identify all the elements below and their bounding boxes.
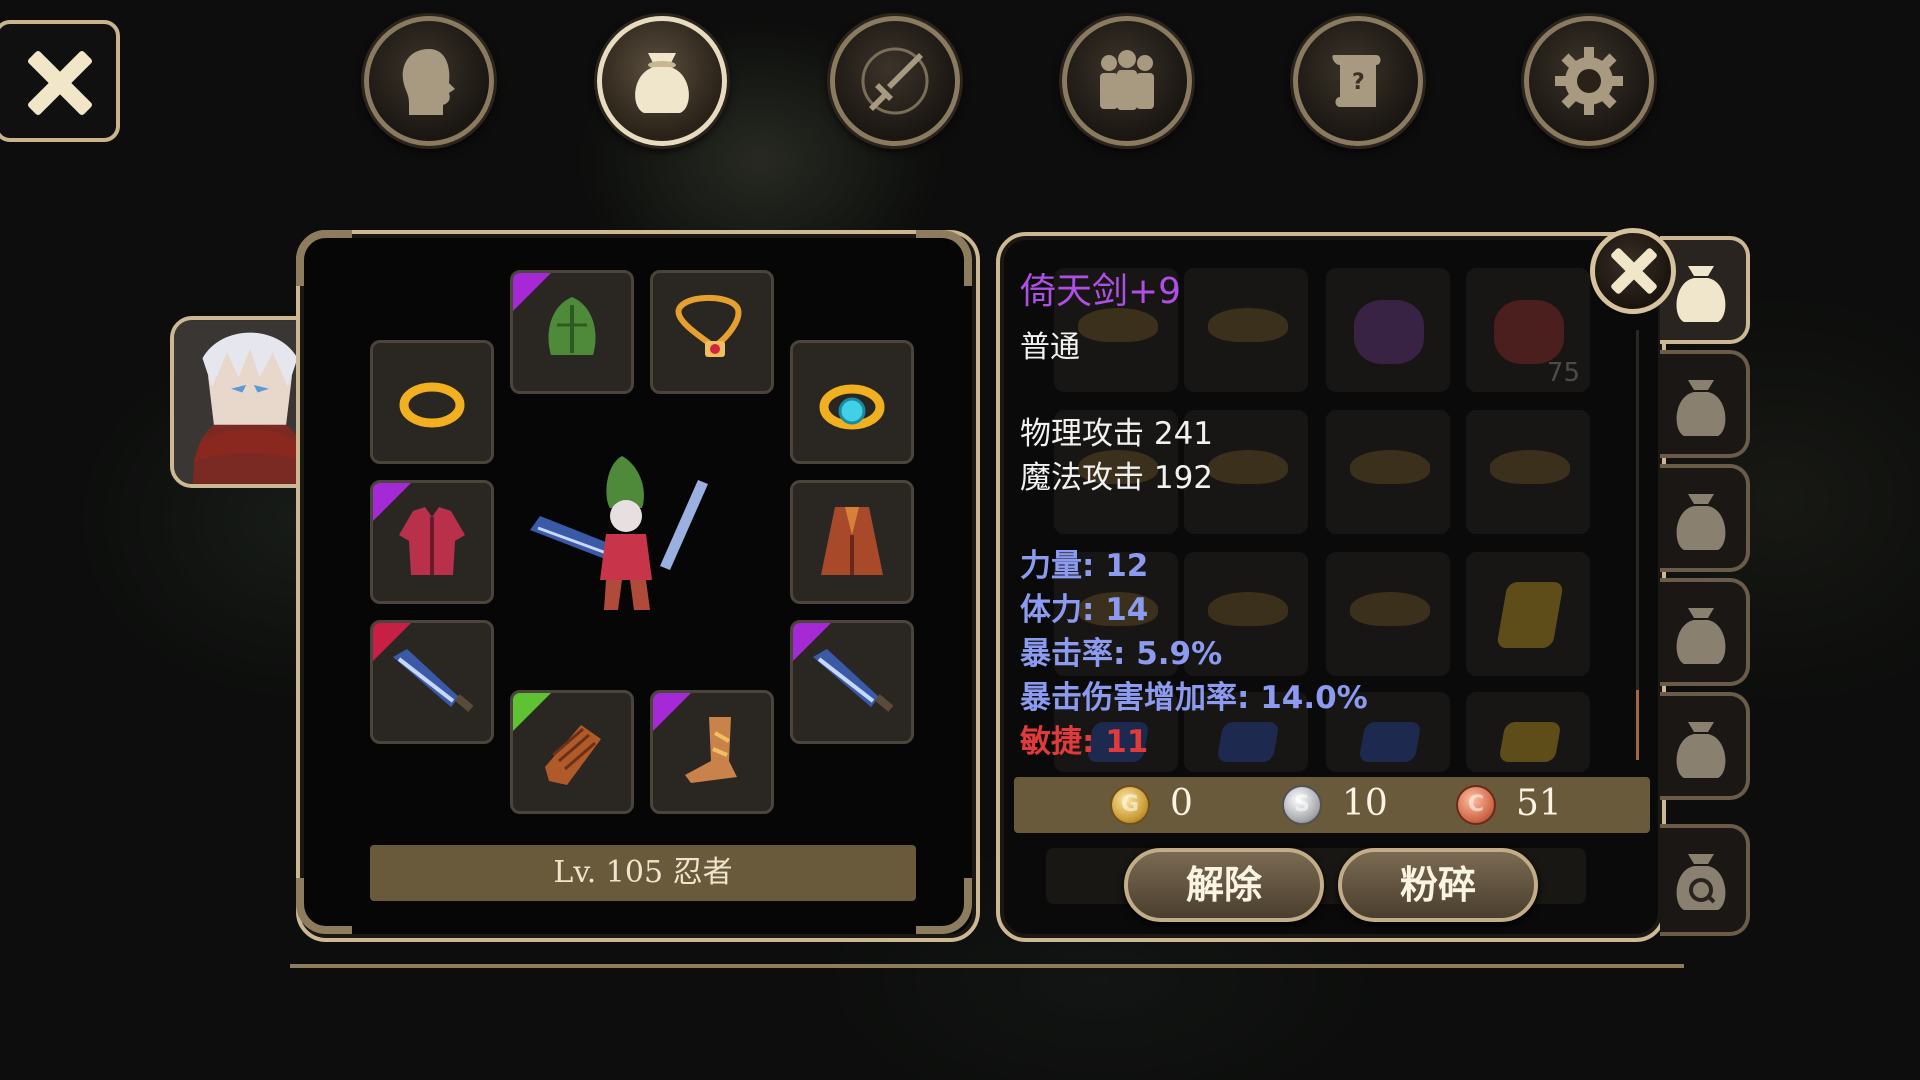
gear-icon [1555, 47, 1623, 115]
bag-search-icon [1676, 854, 1726, 910]
equip-slot-necklace[interactable] [650, 270, 774, 394]
cloak-icon [821, 507, 883, 575]
equip-slot-helmet[interactable] [510, 270, 634, 394]
sword-icon [393, 649, 474, 712]
unequip-button[interactable]: 解除 [1124, 848, 1324, 922]
oil-lamp-icon [1350, 592, 1430, 626]
item-grade: 普通 [1020, 330, 1080, 365]
item-stat-magic-attack: 魔法攻击 192 [1020, 460, 1214, 496]
panel-corner-decoration [296, 230, 352, 286]
gold-amount: 0 [1170, 783, 1193, 824]
gauntlet-icon [545, 725, 601, 785]
equip-slot-gloves[interactable] [510, 690, 634, 814]
gold-gem-icon [1498, 722, 1562, 762]
tab-character[interactable] [364, 16, 494, 146]
tab-skills[interactable] [830, 16, 960, 146]
tooltip-scrollbar-thumb[interactable] [1636, 690, 1639, 760]
bag-icon [1676, 380, 1726, 436]
inventory-slot[interactable] [1184, 268, 1308, 392]
gold-gem-icon [1496, 582, 1564, 648]
stack-count: 75 [1546, 358, 1580, 388]
equip-slot-ring-left[interactable] [370, 340, 494, 464]
close-item-detail-button[interactable] [1590, 228, 1676, 314]
bag-tab-2[interactable] [1660, 350, 1750, 458]
gem-ring-icon [819, 384, 885, 430]
sword-icon [813, 649, 894, 712]
bag-tab-3[interactable] [1660, 464, 1750, 572]
item-bonus-strength: 力量: 12 [1020, 548, 1149, 584]
smash-button[interactable]: 粉碎 [1338, 848, 1538, 922]
inventory-slot[interactable] [1466, 410, 1590, 534]
helmet-icon [548, 297, 596, 355]
bag-icon [1676, 608, 1726, 664]
inventory-slot[interactable] [1466, 552, 1590, 676]
head-icon [402, 49, 455, 115]
bag-icon [1676, 494, 1726, 550]
bag-tab-1[interactable] [1660, 236, 1750, 344]
tab-settings[interactable] [1524, 16, 1654, 146]
oil-lamp-icon [1490, 450, 1570, 484]
equip-slot-armor[interactable] [370, 480, 494, 604]
item-name: 倚天剑+9 [1020, 271, 1182, 312]
blue-gem-icon [1358, 722, 1422, 762]
boot-icon [685, 717, 737, 783]
purple-potion-icon [1354, 300, 1424, 364]
item-requirement-agility: 敏捷: 11 [1020, 724, 1149, 760]
item-bonus-crit-damage: 暴击伤害增加率: 14.0% [1020, 680, 1368, 716]
divider-line [290, 964, 1684, 968]
inventory-slot[interactable] [1326, 268, 1450, 392]
equip-slot-offhand[interactable] [790, 620, 914, 744]
equip-slot-ring-right[interactable] [790, 340, 914, 464]
character-sprite [530, 456, 708, 610]
people-icon [1100, 50, 1154, 110]
level-class-label: Lv. 105 忍者 [370, 845, 916, 901]
blue-gem-icon [1216, 722, 1280, 762]
oil-lamp-icon [1208, 308, 1288, 342]
tab-inventory[interactable] [597, 16, 727, 146]
equip-slot-weapon[interactable] [370, 620, 494, 744]
ring-icon [399, 382, 465, 428]
bag-tab-4[interactable] [1660, 578, 1750, 686]
bag-icon [1676, 266, 1726, 322]
panel-corner-decoration [916, 230, 972, 286]
oil-lamp-icon [1208, 592, 1288, 626]
equip-slot-boots[interactable] [650, 690, 774, 814]
tab-quests[interactable]: ? [1293, 16, 1423, 146]
oil-lamp-icon [1208, 450, 1288, 484]
panel-corner-decoration [296, 878, 352, 934]
sword-icon [861, 47, 929, 115]
oil-lamp-icon [1350, 450, 1430, 484]
bag-search-tab[interactable] [1660, 824, 1750, 936]
silver-coin-icon: S [1282, 785, 1322, 825]
svg-text:?: ? [1352, 70, 1365, 95]
item-stat-physical-attack: 物理攻击 241 [1020, 416, 1214, 452]
bag-icon [635, 53, 689, 113]
copper-amount: 51 [1516, 783, 1562, 824]
currency-bar: G 0 S 10 C 51 [1014, 777, 1650, 833]
inventory-slot[interactable] [1326, 410, 1450, 534]
bag-icon [1676, 722, 1726, 778]
item-bonus-crit-rate: 暴击率: 5.9% [1020, 636, 1223, 672]
bag-tab-5[interactable] [1660, 692, 1750, 800]
close-icon [1609, 247, 1657, 295]
inventory-slot[interactable] [1466, 692, 1590, 772]
armor-icon [399, 507, 465, 575]
close-menu-button[interactable] [0, 20, 120, 142]
close-icon [24, 48, 94, 118]
inventory-slot[interactable]: 75 [1466, 268, 1590, 392]
copper-coin-icon: C [1456, 785, 1496, 825]
silver-amount: 10 [1342, 783, 1388, 824]
red-potion-icon [1494, 300, 1564, 364]
inventory-slot[interactable] [1326, 552, 1450, 676]
equip-slot-cloak[interactable] [790, 480, 914, 604]
scroll-icon: ? [1332, 55, 1381, 107]
gold-coin-icon: G [1110, 785, 1150, 825]
necklace-icon [675, 294, 742, 357]
item-bonus-stamina: 体力: 14 [1020, 592, 1149, 628]
tab-party[interactable] [1062, 16, 1192, 146]
